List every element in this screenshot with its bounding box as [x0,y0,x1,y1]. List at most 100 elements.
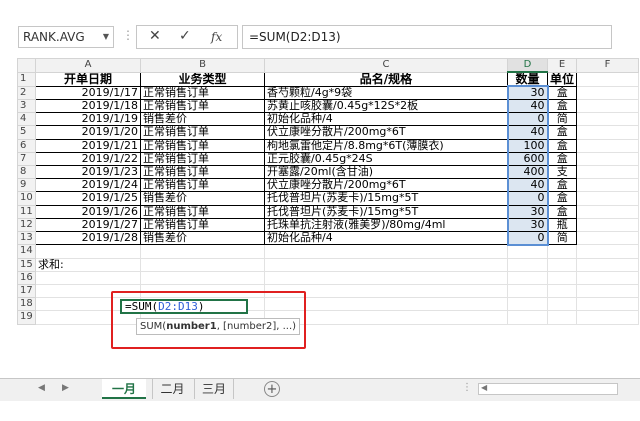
row-header[interactable]: 14 [17,244,36,259]
qty-cell[interactable]: 40 [506,98,549,114]
select-all-corner[interactable] [17,58,36,73]
empty-cell[interactable] [507,297,548,312]
empty-cell[interactable] [546,270,578,285]
empty-cell[interactable] [264,270,508,285]
empty-cell[interactable] [576,217,640,232]
scroll-left-icon[interactable]: ◀ [481,383,487,392]
row-header[interactable]: 10 [17,191,36,206]
empty-cell[interactable] [140,244,265,259]
unit-cell[interactable]: 盒 [546,178,578,193]
qty-cell[interactable]: 400 [506,164,549,180]
empty-cell[interactable] [140,270,265,285]
product-cell[interactable]: 伏立康唑分散片/200mg*6T [264,125,508,140]
empty-cell[interactable] [576,283,640,299]
horizontal-scrollbar[interactable]: ◀ [478,383,618,395]
row-header[interactable]: 4 [17,112,36,127]
row-header[interactable]: 6 [17,138,36,153]
row-header[interactable]: 12 [17,217,36,232]
row-header[interactable]: 1 [17,71,36,87]
insert-function-icon[interactable]: fx [211,30,222,44]
type-cell[interactable]: 正常销售订单 [140,138,265,153]
empty-cell[interactable] [576,164,640,180]
qty-cell[interactable]: 100 [506,138,549,153]
row-header[interactable]: 7 [17,151,36,166]
column-header[interactable]: C [264,58,508,73]
empty-cell[interactable] [140,257,265,272]
cancel-icon[interactable]: ✕ [149,28,161,44]
date-cell[interactable]: 2019/1/23 [35,164,141,180]
empty-cell[interactable] [546,283,578,299]
qty-cell[interactable]: 0 [506,191,549,206]
unit-cell[interactable]: 简 [546,230,578,246]
unit-cell[interactable]: 盒 [546,191,578,206]
product-cell[interactable]: 托伐普坦片(苏麦卡)/15mg*5T [264,204,508,219]
date-cell[interactable]: 2019/1/19 [35,112,141,127]
empty-cell[interactable] [576,230,640,246]
row-header[interactable]: 17 [17,283,36,299]
column-header[interactable]: D [507,58,548,73]
type-cell[interactable]: 正常销售订单 [140,85,265,100]
column-header[interactable]: B [140,58,265,73]
date-cell[interactable]: 2019/1/22 [35,151,141,166]
row-header[interactable]: 5 [17,125,36,140]
empty-cell[interactable] [576,204,640,219]
empty-cell[interactable] [576,112,640,127]
empty-cell[interactable] [576,125,640,140]
empty-cell[interactable] [576,297,640,312]
enter-icon[interactable]: ✓ [179,28,191,44]
unit-cell[interactable]: 支 [546,164,578,180]
empty-cell[interactable] [576,244,640,259]
empty-cell[interactable] [507,270,548,285]
row-header[interactable]: 18 [17,297,36,312]
sum-label-cell[interactable]: 求和: [35,257,141,272]
name-box[interactable]: RANK.AVG ▼ [18,26,114,48]
qty-cell[interactable]: 30 [506,217,549,232]
empty-cell[interactable] [546,244,578,259]
type-cell[interactable]: 正常销售订单 [140,125,265,140]
date-cell[interactable]: 2019/1/17 [35,85,141,100]
column-header[interactable]: A [35,58,141,73]
type-cell[interactable]: 正常销售订单 [140,217,265,232]
product-cell[interactable]: 初始化品种/4 [264,112,508,127]
qty-cell[interactable]: 30 [506,204,549,219]
type-cell[interactable]: 正常销售订单 [140,151,265,166]
product-cell[interactable]: 开塞露/20ml(含甘油) [264,164,508,180]
empty-cell[interactable] [264,257,508,272]
add-sheet-icon[interactable]: + [264,381,280,397]
date-cell[interactable]: 2019/1/18 [35,98,141,114]
empty-cell[interactable] [507,244,548,259]
tab-scroll-right-icon[interactable]: ▶ [62,383,69,393]
type-cell[interactable]: 正常销售订单 [140,178,265,193]
unit-cell[interactable]: 盒 [546,151,578,166]
row-header[interactable]: 11 [17,204,36,219]
type-cell[interactable]: 销售差价 [140,112,265,127]
empty-cell[interactable] [576,138,640,153]
empty-cell[interactable] [546,297,578,312]
qty-cell[interactable]: 0 [506,112,549,127]
empty-cell[interactable] [546,310,578,325]
date-cell[interactable]: 2019/1/20 [35,125,141,140]
formula-input[interactable]: =SUM(D2:D13) [242,25,612,49]
type-cell[interactable]: 销售差价 [140,230,265,246]
empty-cell[interactable] [35,270,141,285]
date-cell[interactable]: 2019/1/25 [35,191,141,206]
empty-cell[interactable] [576,98,640,114]
type-cell[interactable]: 销售差价 [140,191,265,206]
date-cell[interactable]: 2019/1/24 [35,178,141,193]
date-cell[interactable]: 2019/1/21 [35,138,141,153]
product-cell[interactable]: 香芍颗粒/4g*9袋 [264,85,508,100]
empty-cell[interactable] [576,85,640,100]
empty-cell[interactable] [546,257,578,272]
empty-cell[interactable] [507,257,548,272]
header-cell[interactable]: 单位 [546,71,578,87]
row-header[interactable]: 9 [17,178,36,193]
unit-cell[interactable]: 瓶 [546,217,578,232]
unit-cell[interactable]: 盒 [546,138,578,153]
qty-cell[interactable]: 30 [506,85,549,100]
unit-cell[interactable]: 盒 [546,98,578,114]
type-cell[interactable]: 正常销售订单 [140,98,265,114]
row-header[interactable]: 3 [17,98,36,114]
row-header[interactable]: 16 [17,270,36,285]
product-cell[interactable]: 苏黄止咳胶囊/0.45g*12S*2板 [264,98,508,114]
product-cell[interactable]: 正元胶囊/0.45g*24S [264,151,508,166]
